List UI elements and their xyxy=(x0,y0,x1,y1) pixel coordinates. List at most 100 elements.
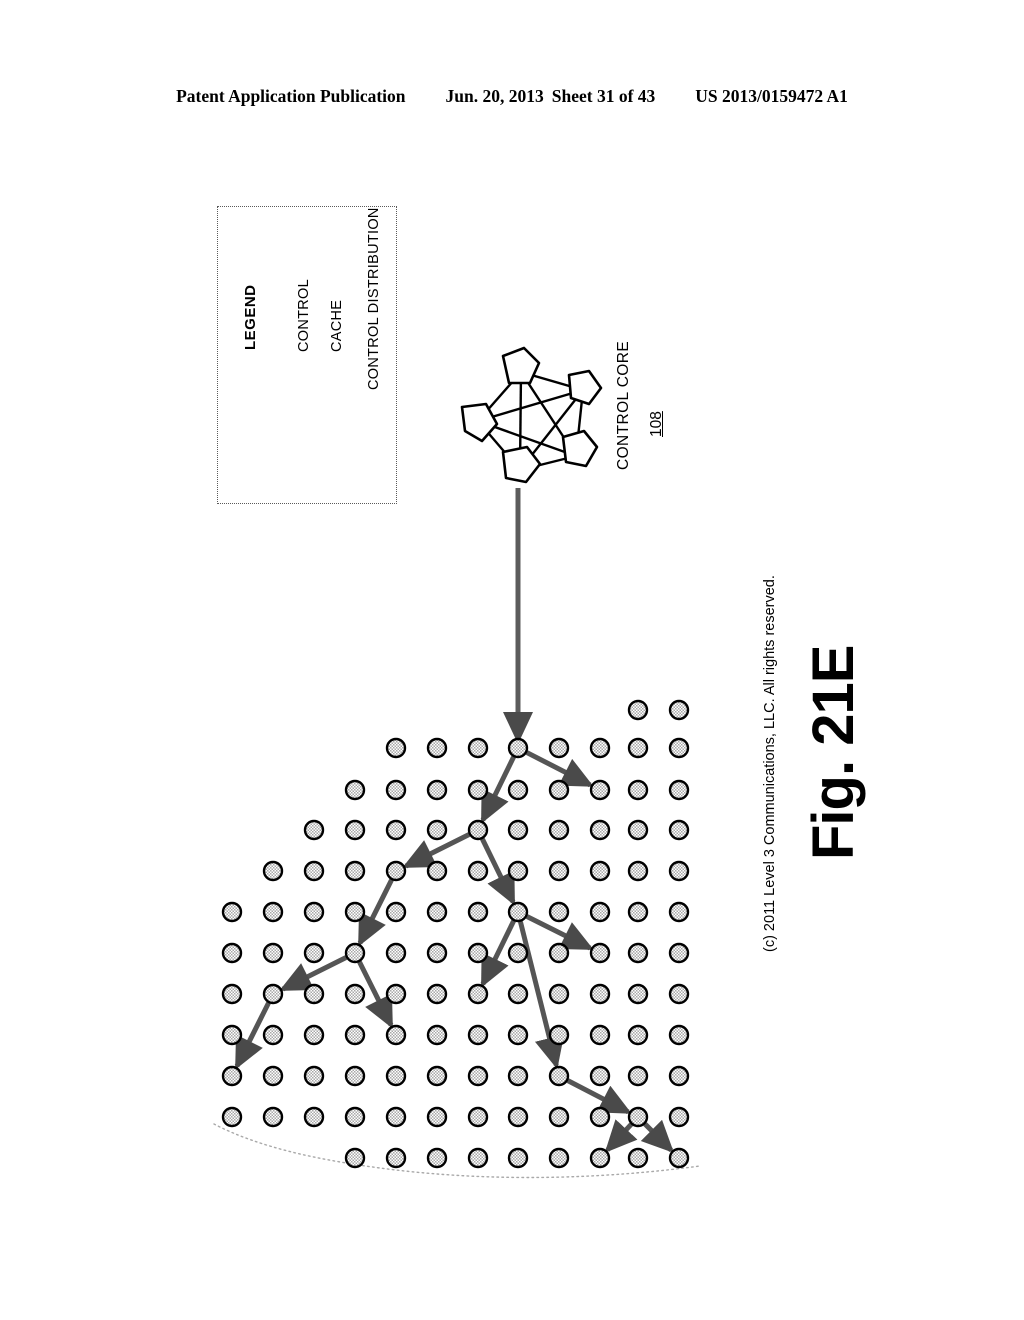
cache-node[interactable] xyxy=(303,1024,325,1046)
cache-node[interactable] xyxy=(627,779,649,801)
cache-node[interactable] xyxy=(344,901,366,923)
cache-node[interactable] xyxy=(467,901,489,923)
cache-node[interactable] xyxy=(426,1106,448,1128)
cache-node[interactable] xyxy=(303,1106,325,1128)
cache-node[interactable] xyxy=(668,1065,690,1087)
cache-node[interactable] xyxy=(344,1024,366,1046)
cache-node[interactable] xyxy=(467,779,489,801)
cache-node[interactable] xyxy=(668,983,690,1005)
cache-node[interactable] xyxy=(344,779,366,801)
cache-node[interactable] xyxy=(589,779,611,801)
cache-node[interactable] xyxy=(262,1024,284,1046)
cache-node[interactable] xyxy=(668,1024,690,1046)
cache-node[interactable] xyxy=(385,1024,407,1046)
cache-node[interactable] xyxy=(589,1147,611,1169)
cache-node[interactable] xyxy=(668,819,690,841)
cache-node[interactable] xyxy=(507,1024,529,1046)
cache-node[interactable] xyxy=(589,1024,611,1046)
cache-node[interactable] xyxy=(344,1065,366,1087)
cache-node[interactable] xyxy=(385,1106,407,1128)
cache-node[interactable] xyxy=(262,1106,284,1128)
cache-node[interactable] xyxy=(426,779,448,801)
cache-node[interactable] xyxy=(467,1065,489,1087)
cache-node[interactable] xyxy=(627,1147,649,1169)
cache-node[interactable] xyxy=(344,942,366,964)
cache-node[interactable] xyxy=(507,1147,529,1169)
cache-node[interactable] xyxy=(303,819,325,841)
cache-node[interactable] xyxy=(426,860,448,882)
cache-node[interactable] xyxy=(467,1024,489,1046)
cache-node[interactable] xyxy=(668,1147,690,1169)
cache-node[interactable] xyxy=(507,1065,529,1087)
cache-node-grid[interactable] xyxy=(221,699,690,1169)
cache-node[interactable] xyxy=(262,942,284,964)
cache-node[interactable] xyxy=(627,1065,649,1087)
cache-node[interactable] xyxy=(668,942,690,964)
cache-node[interactable] xyxy=(589,819,611,841)
cache-node[interactable] xyxy=(507,860,529,882)
cache-node[interactable] xyxy=(426,1147,448,1169)
cache-node[interactable] xyxy=(385,942,407,964)
cache-node[interactable] xyxy=(426,942,448,964)
cache-node[interactable] xyxy=(344,860,366,882)
cache-node[interactable] xyxy=(548,819,570,841)
cache-node[interactable] xyxy=(507,779,529,801)
cache-node[interactable] xyxy=(303,983,325,1005)
cache-node[interactable] xyxy=(262,901,284,923)
cache-node[interactable] xyxy=(221,1106,243,1128)
cache-node[interactable] xyxy=(507,1106,529,1128)
cache-node[interactable] xyxy=(589,942,611,964)
cache-node[interactable] xyxy=(262,1065,284,1087)
cache-node[interactable] xyxy=(344,1106,366,1128)
cache-node[interactable] xyxy=(221,1024,243,1046)
control-node-pentagon[interactable] xyxy=(567,369,603,406)
cache-node[interactable] xyxy=(507,737,529,759)
cache-node[interactable] xyxy=(385,1147,407,1169)
cache-node[interactable] xyxy=(627,1106,649,1128)
cache-node[interactable] xyxy=(303,1065,325,1087)
cache-node[interactable] xyxy=(467,1106,489,1128)
control-core-cluster[interactable] xyxy=(460,346,603,484)
cache-node[interactable] xyxy=(627,901,649,923)
cache-node[interactable] xyxy=(426,1065,448,1087)
cache-node[interactable] xyxy=(344,983,366,1005)
cache-node[interactable] xyxy=(303,901,325,923)
cache-node[interactable] xyxy=(627,737,649,759)
cache-node[interactable] xyxy=(627,860,649,882)
cache-node[interactable] xyxy=(589,737,611,759)
cache-node[interactable] xyxy=(385,983,407,1005)
cache-node[interactable] xyxy=(426,819,448,841)
cache-node[interactable] xyxy=(426,983,448,1005)
cache-node[interactable] xyxy=(589,1065,611,1087)
cache-node[interactable] xyxy=(303,860,325,882)
cache-node[interactable] xyxy=(627,983,649,1005)
cache-node[interactable] xyxy=(467,737,489,759)
cache-node[interactable] xyxy=(221,983,243,1005)
cache-node[interactable] xyxy=(668,737,690,759)
cache-node[interactable] xyxy=(344,819,366,841)
cache-node[interactable] xyxy=(507,942,529,964)
cache-node[interactable] xyxy=(548,860,570,882)
cache-node[interactable] xyxy=(221,1065,243,1087)
cache-node[interactable] xyxy=(385,860,407,882)
cache-node[interactable] xyxy=(385,819,407,841)
cache-node[interactable] xyxy=(627,1024,649,1046)
cache-node[interactable] xyxy=(668,901,690,923)
cache-node[interactable] xyxy=(467,942,489,964)
cache-node[interactable] xyxy=(344,1147,366,1169)
cache-node[interactable] xyxy=(589,983,611,1005)
cache-node[interactable] xyxy=(589,901,611,923)
control-node-pentagon[interactable] xyxy=(561,429,599,468)
cache-node[interactable] xyxy=(548,737,570,759)
cache-node[interactable] xyxy=(548,779,570,801)
cache-node[interactable] xyxy=(668,860,690,882)
cache-node[interactable] xyxy=(303,942,325,964)
cache-node[interactable] xyxy=(507,901,529,923)
cache-node[interactable] xyxy=(548,1065,570,1087)
cache-node[interactable] xyxy=(548,1024,570,1046)
cache-node[interactable] xyxy=(589,1106,611,1128)
cache-node[interactable] xyxy=(467,1147,489,1169)
cache-node[interactable] xyxy=(426,737,448,759)
cache-node[interactable] xyxy=(589,860,611,882)
cache-node[interactable] xyxy=(548,983,570,1005)
